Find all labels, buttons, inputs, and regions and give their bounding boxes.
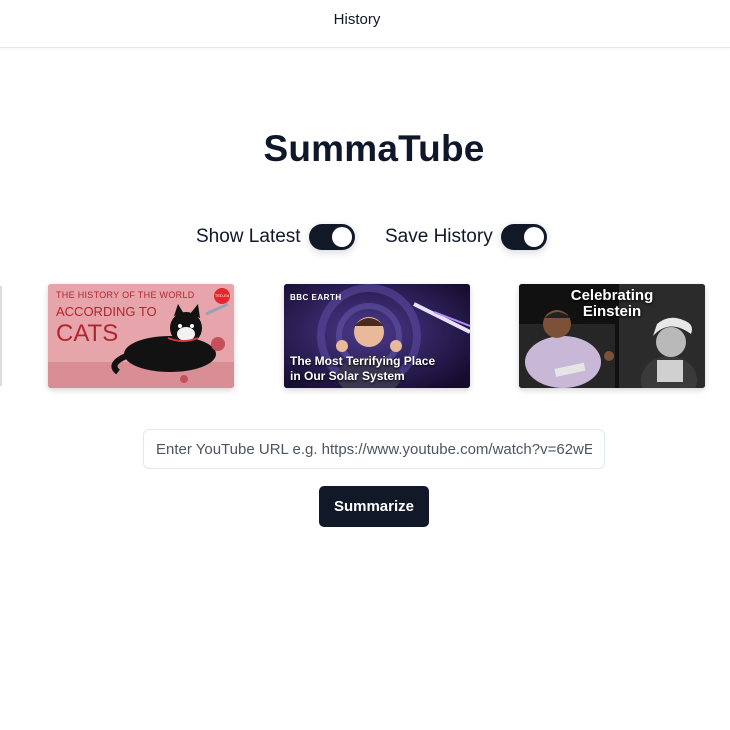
switch-knob <box>523 227 544 247</box>
thumb-einstein-line2: Einstein <box>582 303 642 320</box>
thumb-cats-line1: THE HISTORY OF THE WORLD <box>56 290 195 300</box>
show-latest-toggle-group: Show Latest <box>196 221 355 253</box>
save-history-toggle-group: Save History <box>385 221 547 253</box>
thumb-cats-line2: ACCORDING TO <box>56 304 157 319</box>
history-link[interactable]: History <box>0 11 714 28</box>
ted-ed-badge: TED-Ed <box>214 288 230 304</box>
app-title: SummaTube <box>263 128 485 169</box>
save-history-switch[interactable] <box>500 224 547 250</box>
thumb-terrifying-line2: in Our Solar System <box>290 369 405 383</box>
save-history-label: Save History <box>385 226 493 247</box>
show-latest-label: Show Latest <box>196 226 301 247</box>
top-nav-bar: History <box>0 0 730 48</box>
show-latest-switch[interactable] <box>308 224 355 250</box>
video-thumbnail-terrifying-place[interactable]: BBC EARTH The Most Terrifying Place in O… <box>284 284 470 388</box>
video-thumbnail-einstein[interactable]: Celebrating Einstein <box>519 284 705 388</box>
offscreen-thumbnail-edge <box>0 286 2 386</box>
switch-knob <box>331 227 352 247</box>
youtube-url-input[interactable] <box>143 429 605 469</box>
thumb-einstein-line1: Celebrating <box>570 287 654 304</box>
thumb-terrifying-line1: The Most Terrifying Place <box>290 354 436 368</box>
thumb-cats-line3: CATS <box>56 320 119 347</box>
bbc-earth-logo: BBC EARTH <box>290 293 342 302</box>
summarize-button[interactable]: Summarize <box>319 486 429 527</box>
video-thumbnail-cats[interactable]: THE HISTORY OF THE WORLD ACCORDING TO CA… <box>48 284 234 388</box>
